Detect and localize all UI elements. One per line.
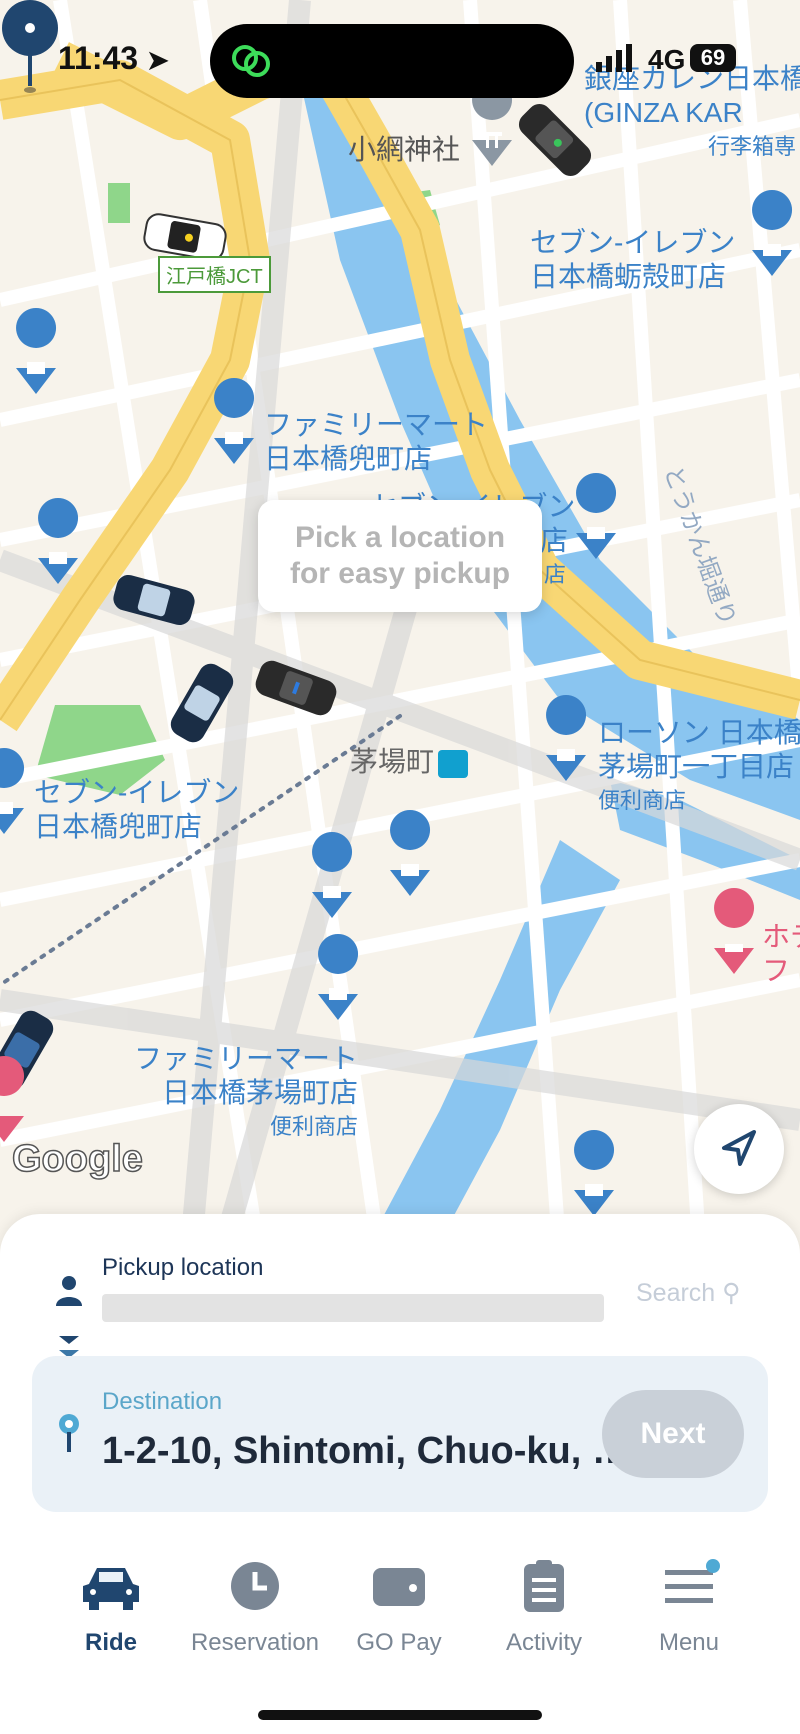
clock-icon [231,1562,279,1610]
poi-label-line: 日本橋兜町店 [264,443,433,474]
network-type: 4G [648,44,686,75]
poi-label[interactable]: ファミリーマート 日本橋茅場町店便利商店 [134,1042,358,1144]
menu-icon [665,1559,720,1603]
poi-label-line: 行李箱専 [708,134,797,159]
poi-label-line: 日本橋茅場町店 [162,1077,359,1108]
tab-activity-label: Activity [505,1629,582,1656]
map[interactable]: 銀座カレン日本橋 (GINZA KAR 行李箱専 セブン-イレブン 日本橋蛎殻町店 フ… [0,0,800,1260]
poi-label-line: ホテ [762,921,800,952]
app-activity-icon [232,45,270,77]
metro-icon [438,749,469,778]
destination-pin-icon [59,1414,79,1452]
station-name: 茅場町 [350,746,435,777]
search-button[interactable]: Search ⚲ [636,1278,740,1308]
signal-icon [596,44,632,72]
location-arrow-icon: ➤ [146,45,169,75]
google-logo: Google [11,1137,143,1181]
tab-ride-label: Ride [84,1629,137,1656]
tab-activity[interactable]: Activity [469,1558,619,1657]
poi-label-line: ファミリーマート [264,409,489,440]
poi-label[interactable]: セブン-イレブン 日本橋兜町店 [34,776,239,844]
status-time-text: 11:43 [58,40,139,76]
tab-ride[interactable]: Ride [36,1558,186,1657]
poi-label-line: セブン-イレブン [530,227,736,258]
home-indicator [258,1710,542,1720]
my-location-button[interactable] [694,1104,784,1194]
poi-label-line: 日本橋蛎殻町店 [530,261,727,292]
jct-label: 江戸橋JCT [158,256,271,293]
tab-bar: Ride Reservation GO Pay Activity Menu [0,1540,800,1734]
poi-label[interactable]: ホテフ [762,920,800,988]
ride-sheet: Pickup location Search ⚲ Destination 1-2… [0,1214,800,1540]
battery-icon: 69 [690,44,736,72]
tab-menu[interactable]: Menu [614,1558,764,1657]
destination-card[interactable]: Destination 1-2-10, Shintomi, Chuo-ku, T… [32,1356,768,1512]
poi-label[interactable]: ローソン 日本橋 茅場町一丁目店便利商店 [598,716,800,818]
poi-label-line: 便利商店 [598,788,687,813]
tab-reservation-label: Reservation [190,1629,320,1656]
poi-label-line: 茅場町一丁目店 [598,751,795,782]
pickup-input[interactable] [102,1294,604,1322]
shrine-label: 小網神社 [348,134,461,165]
pickup-tooltip: Pick a location for easy pickup [258,500,542,612]
destination-label: Destination [102,1388,223,1415]
poi-label-line: ファミリーマート [134,1043,359,1074]
poi-label-line: 日本橋兜町店 [34,811,203,842]
status-time: 11:43 ➤ [58,40,169,77]
tab-go-pay[interactable]: GO Pay [324,1558,474,1657]
tab-menu-label: Menu [658,1629,720,1656]
clipboard-icon [524,1560,564,1612]
destination-value[interactable]: 1-2-10, Shintomi, Chuo-ku, Tokyo [102,1430,632,1473]
dynamic-island [210,24,574,98]
status-bar: 11:43 ➤ 4G 69 [0,0,800,110]
tab-reservation[interactable]: Reservation [180,1558,330,1657]
pickup-label: Pickup location [102,1254,264,1281]
tooltip-line: Pick a location [294,521,506,554]
car-icon [83,1568,139,1610]
poi-label[interactable]: ファミリーマート 日本橋兜町店 [264,408,488,476]
station-label[interactable]: 茅場町 [350,740,469,780]
poi-label-line: セブン-イレブン [34,777,240,808]
poi-label-line: フ [762,955,791,986]
next-button[interactable]: Next [602,1390,744,1478]
tab-go-pay-label: GO Pay [356,1629,442,1656]
search-icon: ⚲ [722,1279,741,1307]
poi-label-line: ローソン 日本橋 [598,717,800,748]
tooltip-line: for easy pickup [289,557,511,590]
poi-label[interactable]: セブン-イレブン 日本橋蛎殻町店 [530,226,735,294]
poi-label-line: 便利商店 [270,1114,359,1139]
locate-arrow-icon [722,1130,756,1166]
map-canvas[interactable] [0,0,800,1260]
person-icon [56,1276,82,1306]
search-label: Search [636,1279,716,1307]
wallet-icon [373,1568,425,1606]
